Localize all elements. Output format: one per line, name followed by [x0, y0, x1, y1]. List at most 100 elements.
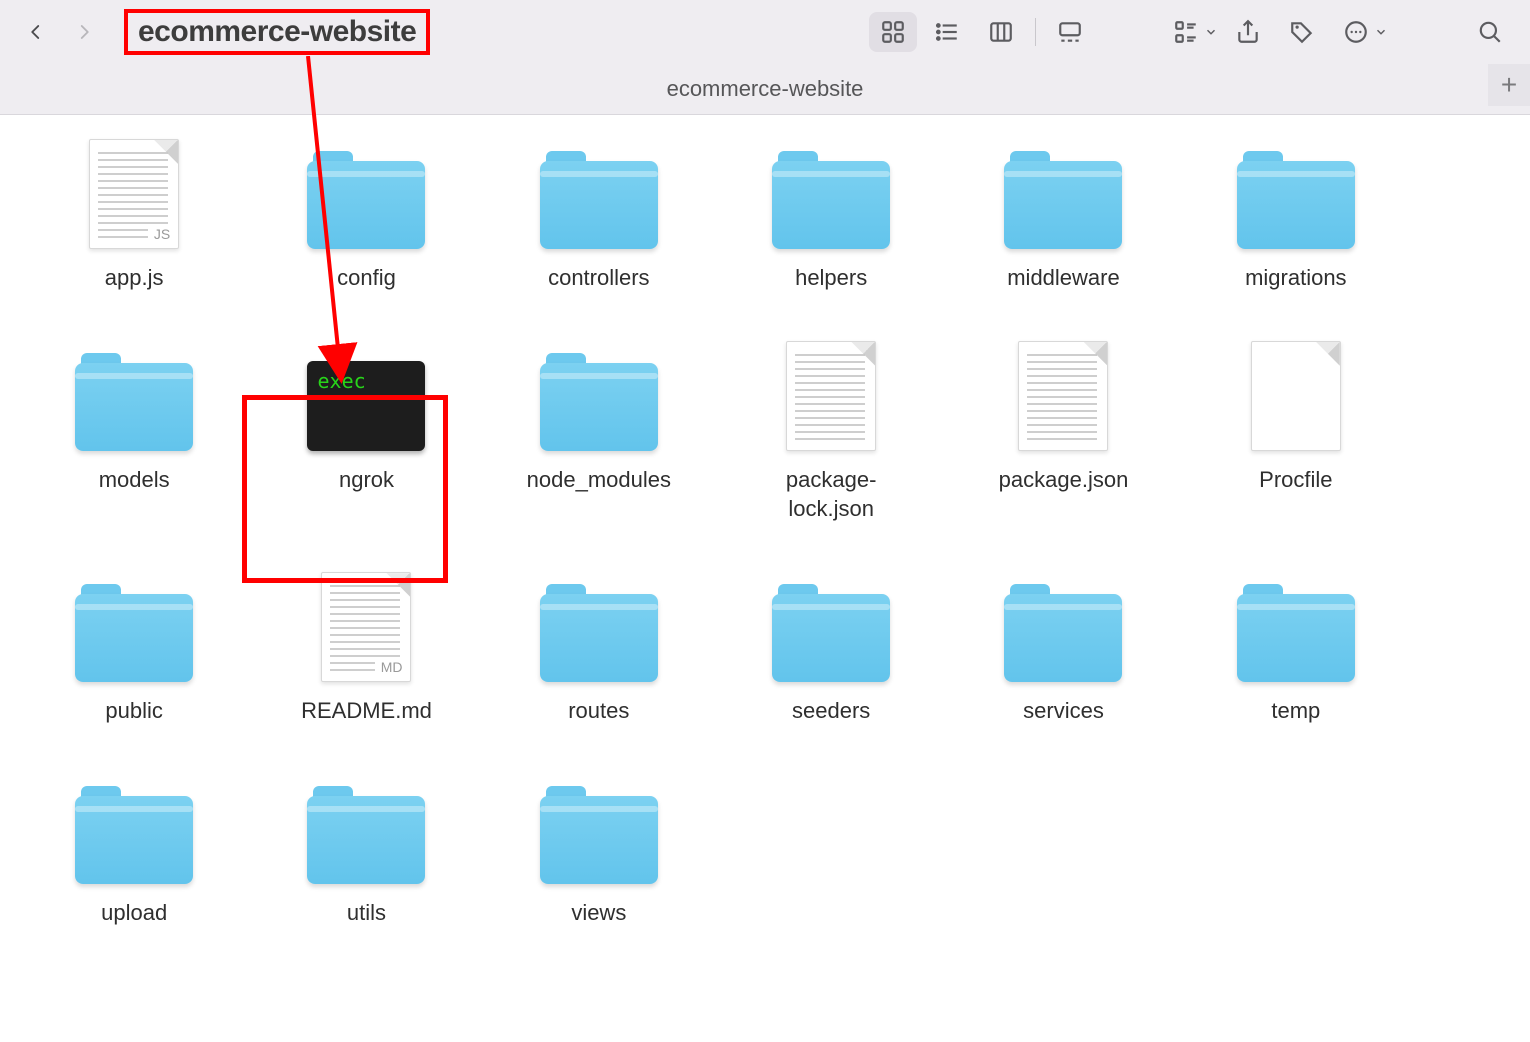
file-icon-wrap	[1231, 143, 1361, 249]
file-label: package-lock.json	[786, 465, 877, 524]
view-list-button[interactable]	[923, 12, 971, 52]
file-label: routes	[568, 696, 629, 726]
file-item[interactable]: helpers	[737, 143, 925, 293]
file-icon-wrap: exec	[301, 345, 431, 451]
chevron-right-icon	[75, 18, 93, 46]
file-item[interactable]: migrations	[1202, 143, 1390, 293]
document-icon: MD	[321, 572, 411, 682]
file-item[interactable]: package.json	[969, 345, 1157, 524]
file-label: middleware	[1007, 263, 1120, 293]
grid-icon	[880, 19, 906, 45]
folder-icon	[1237, 594, 1355, 682]
back-button[interactable]	[16, 12, 56, 52]
view-icons-button[interactable]	[869, 12, 917, 52]
file-label: ngrok	[339, 465, 394, 495]
file-label: package.json	[999, 465, 1129, 495]
group-by-button[interactable]	[1162, 12, 1210, 52]
tags-button[interactable]	[1278, 12, 1326, 52]
document-icon	[786, 341, 876, 451]
file-label: app.js	[105, 263, 164, 293]
folder-icon	[772, 161, 890, 249]
file-grid: JS app.js config controllers helpers mid…	[40, 143, 1390, 927]
file-label: Procfile	[1259, 465, 1332, 495]
file-icon-wrap	[766, 576, 896, 682]
file-icon-wrap	[998, 143, 1128, 249]
folder-icon	[1237, 161, 1355, 249]
file-item[interactable]: node_modules	[505, 345, 693, 524]
file-item[interactable]: routes	[505, 576, 693, 726]
file-label: public	[105, 696, 162, 726]
more-icon	[1343, 19, 1369, 45]
file-label: controllers	[548, 263, 649, 293]
file-item[interactable]: upload	[40, 778, 228, 928]
group-icon	[1173, 19, 1199, 45]
view-gallery-button[interactable]	[1046, 12, 1094, 52]
document-icon: JS	[89, 139, 179, 249]
search-icon	[1477, 19, 1503, 45]
file-item[interactable]: package-lock.json	[737, 345, 925, 524]
document-icon	[1251, 341, 1341, 451]
file-item[interactable]: config	[272, 143, 460, 293]
file-item[interactable]: models	[40, 345, 228, 524]
file-icon-wrap: JS	[69, 143, 199, 249]
file-item[interactable]: services	[969, 576, 1157, 726]
folder-icon	[540, 796, 658, 884]
more-actions-button[interactable]	[1332, 12, 1380, 52]
search-button[interactable]	[1466, 12, 1514, 52]
gallery-icon	[1057, 19, 1083, 45]
file-item[interactable]: Procfile	[1202, 345, 1390, 524]
file-item[interactable]: middleware	[969, 143, 1157, 293]
file-icon-wrap	[301, 143, 431, 249]
folder-icon	[540, 161, 658, 249]
group-by-chevron[interactable]	[1204, 25, 1218, 39]
folder-icon	[540, 363, 658, 451]
file-icon-wrap	[69, 345, 199, 451]
file-label: services	[1023, 696, 1104, 726]
file-label: config	[337, 263, 396, 293]
tag-icon	[1289, 19, 1315, 45]
file-item[interactable]: exec ngrok	[272, 345, 460, 524]
file-item[interactable]: MD README.md	[272, 576, 460, 726]
active-tab-label[interactable]: ecommerce-website	[667, 76, 864, 102]
tab-bar: ecommerce-website +	[0, 64, 1530, 115]
file-item[interactable]: views	[505, 778, 693, 928]
file-icon-wrap	[766, 143, 896, 249]
folder-icon	[772, 594, 890, 682]
folder-icon	[307, 796, 425, 884]
file-item[interactable]: seeders	[737, 576, 925, 726]
file-label: seeders	[792, 696, 870, 726]
exec-icon: exec	[307, 361, 425, 451]
share-button[interactable]	[1224, 12, 1272, 52]
file-icon-wrap	[998, 345, 1128, 451]
share-icon	[1235, 19, 1261, 45]
file-label: README.md	[301, 696, 432, 726]
file-icon-wrap	[534, 778, 664, 884]
file-item[interactable]: controllers	[505, 143, 693, 293]
chevron-left-icon	[27, 18, 45, 46]
file-item[interactable]: temp	[1202, 576, 1390, 726]
file-icon-wrap	[534, 143, 664, 249]
file-label: models	[99, 465, 170, 495]
view-mode-group	[869, 12, 1094, 52]
file-icon-wrap	[301, 778, 431, 884]
file-icon-wrap	[1231, 576, 1361, 682]
folder-icon	[540, 594, 658, 682]
file-label: views	[571, 898, 626, 928]
file-label: helpers	[795, 263, 867, 293]
view-columns-button[interactable]	[977, 12, 1025, 52]
more-chevron[interactable]	[1374, 25, 1388, 39]
file-label: utils	[347, 898, 386, 928]
file-icon-wrap	[1231, 345, 1361, 451]
file-item[interactable]: JS app.js	[40, 143, 228, 293]
folder-icon	[307, 161, 425, 249]
file-label: node_modules	[527, 465, 671, 495]
folder-icon	[75, 796, 193, 884]
separator	[1035, 18, 1036, 46]
new-tab-button[interactable]: +	[1488, 64, 1530, 106]
folder-icon	[1004, 594, 1122, 682]
file-item[interactable]: utils	[272, 778, 460, 928]
file-icon-wrap	[534, 576, 664, 682]
file-label: upload	[101, 898, 167, 928]
forward-button[interactable]	[64, 12, 104, 52]
file-item[interactable]: public	[40, 576, 228, 726]
